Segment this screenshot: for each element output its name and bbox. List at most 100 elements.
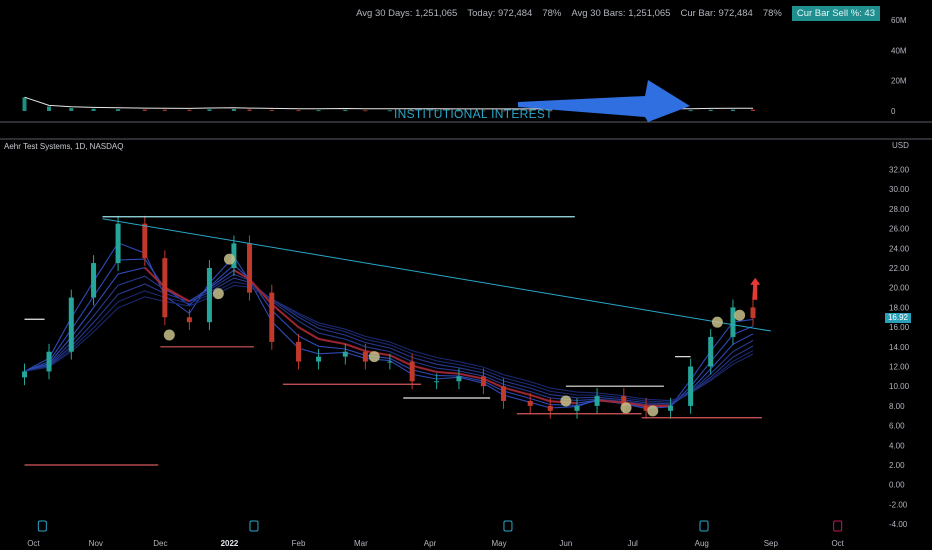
time-axis-label: Oct: [831, 539, 844, 548]
volume-stats-header: Avg 30 Days: 1,251,065 Today: 972,484 78…: [356, 6, 880, 21]
upcoming-event-icon[interactable]: [833, 520, 843, 532]
volume-bar: [751, 109, 756, 111]
candle-body[interactable]: [68, 297, 74, 352]
time-axis-label: Jun: [559, 539, 572, 548]
price-axis-label: 16.00: [889, 323, 910, 332]
time-axis-label: Feb: [292, 539, 306, 548]
candle-body[interactable]: [574, 405, 580, 411]
volume-bar: [343, 109, 348, 111]
avg-30-days-label: Avg 30 Days: 1,251,065: [356, 8, 458, 19]
candle-body[interactable]: [142, 223, 148, 259]
volume-bar: [296, 110, 301, 112]
candle-body[interactable]: [708, 336, 714, 367]
candle-body[interactable]: [594, 396, 600, 406]
candle-body[interactable]: [162, 258, 168, 318]
ribbon-downtrend-segment: [318, 337, 346, 346]
cur-bar-sell-badge[interactable]: Cur Bar Sell %: 43: [791, 6, 880, 21]
moving-average-ribbon: [24, 273, 754, 406]
volume-bar: [316, 110, 321, 112]
candle-body[interactable]: [527, 400, 533, 406]
time-axis-label: Mar: [354, 539, 368, 548]
candle-body[interactable]: [409, 361, 415, 382]
volume-bar: [247, 109, 252, 111]
price-axis-label: 10.00: [889, 382, 910, 391]
volume-bar: [187, 109, 192, 111]
price-axis-label: 8.00: [889, 402, 905, 411]
candle-body[interactable]: [547, 405, 553, 411]
time-axis-label: 2022: [221, 539, 239, 548]
candle-body[interactable]: [500, 386, 506, 401]
time-axis-label: Jul: [628, 539, 638, 548]
breakout-up-arrow: [750, 277, 761, 300]
currency-label: USD: [892, 141, 909, 150]
signal-marker: [711, 316, 723, 328]
time-axis-label: May: [491, 539, 506, 548]
candle-body[interactable]: [668, 405, 674, 411]
symbol-title[interactable]: Aehr Test Systems, 1D, NASDAQ: [4, 142, 123, 151]
avg-30-bars-label: Avg 30 Bars: 1,251,065: [571, 8, 671, 19]
cur-bar-label: Cur Bar: 972,484: [680, 8, 753, 19]
price-axis-label: -2.00: [889, 500, 908, 509]
candle-body[interactable]: [688, 366, 694, 406]
candle-body[interactable]: [316, 356, 322, 362]
price-axis-label: 4.00: [889, 441, 905, 450]
candle-body[interactable]: [206, 268, 212, 323]
earnings-event-icon[interactable]: [699, 520, 709, 532]
price-axis-label: 22.00: [889, 264, 910, 273]
volume-axis-label: 40M: [891, 46, 907, 55]
volume-bar: [22, 97, 27, 111]
earnings-event-icon[interactable]: [503, 520, 513, 532]
volume-axis-label: 20M: [891, 77, 907, 86]
price-axis-label: -4.00: [889, 520, 908, 529]
price-axis-label: 26.00: [889, 225, 910, 234]
candle-body[interactable]: [247, 243, 253, 293]
ribbon-downtrend-segment: [503, 386, 531, 396]
chart-canvas[interactable]: 60M 40M 20M 0 32.00 30.00 28.00 26.00 24.00 22.00…: [0, 0, 932, 550]
candle-body[interactable]: [296, 341, 302, 362]
institutional-interest-annotation: INSTITUTIONAL INTEREST: [394, 107, 553, 121]
candle-body[interactable]: [434, 381, 440, 383]
candle-body[interactable]: [750, 307, 756, 319]
volume-bar: [231, 109, 236, 111]
price-axis-label: 14.00: [889, 343, 910, 352]
volume-bar: [116, 109, 121, 111]
descending-trendline[interactable]: [102, 218, 771, 332]
candle-body[interactable]: [46, 351, 52, 372]
signal-marker: [560, 395, 572, 407]
moving-average-ribbon: [24, 284, 754, 402]
volume-bar: [688, 110, 693, 112]
candle-body[interactable]: [362, 351, 368, 362]
time-axis-label: Apr: [424, 539, 437, 548]
earnings-event-icon[interactable]: [249, 520, 259, 532]
candle-body[interactable]: [480, 376, 486, 387]
candle-body[interactable]: [115, 223, 121, 264]
volume-axis-label: 0: [891, 107, 896, 116]
today-pct: 78%: [542, 8, 562, 19]
time-axis-label: Nov: [89, 539, 103, 548]
candle-body[interactable]: [22, 371, 28, 378]
ribbon-downtrend-segment: [529, 393, 551, 403]
price-axis-label: 18.00: [889, 303, 910, 312]
signal-marker: [368, 351, 380, 363]
candle-body[interactable]: [269, 292, 275, 342]
price-axis-label: 20.00: [889, 284, 910, 293]
price-axis-label: 32.00: [889, 166, 910, 175]
volume-bar: [730, 109, 735, 111]
earnings-event-icon[interactable]: [37, 520, 47, 532]
moving-average-ribbon: [24, 277, 754, 405]
candle-body[interactable]: [730, 307, 736, 337]
volume-bar: [708, 109, 713, 111]
price-axis-label: 12.00: [889, 363, 910, 372]
time-axis-label: Sep: [764, 539, 779, 548]
candle-body[interactable]: [342, 351, 348, 357]
candle-body[interactable]: [186, 317, 192, 323]
candle-body[interactable]: [456, 376, 462, 382]
candle-body[interactable]: [91, 263, 97, 298]
moving-average-ribbon: [24, 258, 754, 408]
volume-bar: [69, 107, 74, 111]
today-label: Today: 972,484: [467, 8, 533, 19]
candle-body[interactable]: [387, 361, 393, 363]
volume-bar: [207, 109, 212, 111]
volume-bar: [387, 110, 392, 112]
signal-marker: [734, 309, 746, 321]
